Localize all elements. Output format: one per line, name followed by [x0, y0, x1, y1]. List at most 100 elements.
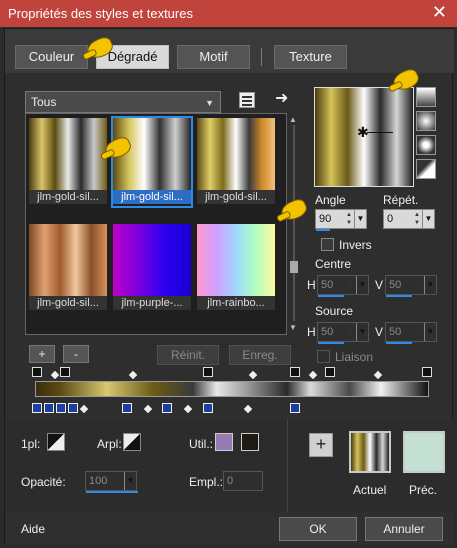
- spinner-arrows-icon[interactable]: ▲ ▼: [348, 277, 354, 293]
- help-link[interactable]: Aide: [21, 522, 45, 536]
- spinner-arrows-icon[interactable]: ▲ ▼: [416, 324, 422, 340]
- source-v-label: V: [375, 325, 384, 339]
- midpoint-marker[interactable]: [183, 404, 193, 414]
- color-stop-marker[interactable]: [122, 403, 132, 413]
- foreground-label: 1pl:: [21, 437, 41, 451]
- chevron-down-icon[interactable]: ▼: [354, 210, 366, 228]
- center-v-slider[interactable]: [386, 295, 412, 297]
- opacity-stop-marker[interactable]: [290, 367, 300, 377]
- reset-button[interactable]: Réinit.: [157, 345, 219, 365]
- gradient-label: jlm-gold-sil...: [29, 190, 107, 204]
- dialog-body: Couleur Dégradé Motif Texture Tous ▼ ➜ j…: [4, 28, 454, 545]
- panel-divider: [287, 419, 288, 513]
- gradient-item-selected[interactable]: jlm-gold-sil...: [111, 116, 193, 208]
- scroll-thumb[interactable]: [290, 261, 298, 273]
- chevron-down-icon[interactable]: ▼: [356, 323, 368, 341]
- previous-swatch[interactable]: [403, 431, 445, 473]
- midpoint-marker[interactable]: [143, 404, 153, 414]
- center-h-input[interactable]: 50 ▲ ▼ ▼: [317, 275, 369, 297]
- spinner-arrows-icon[interactable]: ▲ ▼: [416, 277, 422, 293]
- scroll-down-icon[interactable]: ▼: [289, 323, 297, 332]
- chevron-down-icon[interactable]: ▼: [424, 276, 436, 294]
- category-select[interactable]: Tous ▼: [25, 91, 221, 113]
- color-stop-marker[interactable]: [32, 403, 42, 413]
- user-color-swatch[interactable]: [215, 433, 233, 451]
- gradient-bar[interactable]: [35, 381, 429, 397]
- gradient-item[interactable]: jlm-purple-...: [113, 224, 191, 312]
- repeat-input[interactable]: 0 ▲ ▼ ▼: [383, 209, 435, 229]
- source-h-slider[interactable]: [318, 342, 344, 344]
- midpoint-marker[interactable]: [243, 404, 253, 414]
- opacity-stop-marker[interactable]: [203, 367, 213, 377]
- spinner-arrows-icon[interactable]: ▲ ▼: [348, 324, 354, 340]
- opacity-stop-marker[interactable]: [32, 367, 42, 377]
- midpoint-marker[interactable]: [308, 370, 318, 380]
- chevron-down-icon[interactable]: ▼: [422, 210, 434, 228]
- gradient-item[interactable]: jlm-gold-sil...: [29, 224, 107, 312]
- save-button[interactable]: Enreg.: [229, 345, 291, 365]
- opacity-stop-marker[interactable]: [422, 367, 432, 377]
- opacity-stop-marker[interactable]: [60, 367, 70, 377]
- opacity-input[interactable]: 100 ▲ ▼ ▼: [85, 471, 138, 493]
- spinner-arrows-icon[interactable]: ▲ ▼: [116, 473, 122, 489]
- color-stop-marker[interactable]: [44, 403, 54, 413]
- source-v-slider[interactable]: [386, 342, 412, 344]
- close-icon[interactable]: ✕: [432, 2, 447, 23]
- scroll-up-icon[interactable]: ▲: [289, 115, 297, 124]
- tab-texture[interactable]: Texture: [274, 45, 347, 69]
- background-swatch[interactable]: [123, 433, 141, 451]
- chevron-down-icon[interactable]: ▼: [424, 323, 436, 341]
- user-color-swatch-2[interactable]: [241, 433, 259, 451]
- tab-motif[interactable]: Motif: [177, 45, 250, 69]
- properties-panel: 1pl: Arpl: Util.: Opacité: 100 ▲ ▼ ▼ Empl…: [5, 419, 454, 513]
- color-stop-marker[interactable]: [56, 403, 66, 413]
- foreground-swatch[interactable]: [47, 433, 65, 451]
- gallery-scrollbar[interactable]: ▲ ▼: [289, 113, 299, 335]
- opacity-stop-marker[interactable]: [325, 367, 335, 377]
- chevron-down-icon[interactable]: ▼: [124, 472, 136, 490]
- midpoint-marker[interactable]: [128, 370, 138, 380]
- style-sunburst-button[interactable]: [416, 159, 436, 179]
- remove-gradient-button[interactable]: -: [63, 345, 89, 363]
- source-h-input[interactable]: 50 ▲ ▼ ▼: [317, 322, 369, 344]
- gradient-item[interactable]: jlm-gold-sil...: [29, 118, 107, 206]
- current-label: Actuel: [353, 483, 387, 497]
- style-rectangular-button[interactable]: [416, 111, 436, 131]
- add-to-swatches-button[interactable]: +: [309, 433, 333, 457]
- arrow-right-icon[interactable]: ➜: [275, 88, 288, 108]
- cancel-button[interactable]: Annuler: [365, 517, 443, 541]
- chevron-down-icon[interactable]: ▼: [356, 276, 368, 294]
- spinner-arrows-icon[interactable]: ▲ ▼: [346, 211, 352, 227]
- location-input[interactable]: 0: [223, 471, 263, 491]
- center-v-input[interactable]: 50 ▲ ▼ ▼: [385, 275, 437, 297]
- tab-couleur[interactable]: Couleur: [15, 45, 88, 69]
- midpoint-marker[interactable]: [50, 370, 60, 380]
- invert-checkbox[interactable]: [321, 238, 334, 251]
- midpoint-marker[interactable]: [79, 404, 89, 414]
- list-view-icon[interactable]: [239, 92, 255, 108]
- gradient-preview: [29, 118, 107, 190]
- gradient-item[interactable]: jlm-rainbo...: [197, 224, 275, 312]
- add-gradient-button[interactable]: +: [29, 345, 55, 363]
- color-stop-marker[interactable]: [162, 403, 172, 413]
- gradient-preview-large[interactable]: ✱: [314, 87, 414, 187]
- center-h-slider[interactable]: [318, 295, 344, 297]
- gradient-gallery: jlm-gold-sil... jlm-gold-sil... jlm-gold…: [25, 113, 287, 335]
- angle-slider[interactable]: [316, 229, 330, 231]
- color-stop-marker[interactable]: [203, 403, 213, 413]
- color-stop-marker[interactable]: [290, 403, 300, 413]
- link-checkbox[interactable]: [317, 350, 330, 363]
- gradient-item[interactable]: jlm-gold-sil...: [197, 118, 275, 206]
- style-linear-button[interactable]: [416, 87, 436, 107]
- style-radial-button[interactable]: [416, 135, 436, 155]
- ok-button[interactable]: OK: [279, 517, 357, 541]
- color-stop-marker[interactable]: [68, 403, 78, 413]
- source-v-input[interactable]: 50 ▲ ▼ ▼: [385, 322, 437, 344]
- current-swatch[interactable]: [349, 431, 391, 473]
- midpoint-marker[interactable]: [248, 370, 258, 380]
- midpoint-marker[interactable]: [373, 370, 383, 380]
- spinner-arrows-icon[interactable]: ▲ ▼: [414, 211, 420, 227]
- angle-input[interactable]: 90 ▲ ▼ ▼: [315, 209, 367, 231]
- opacity-slider[interactable]: [86, 491, 138, 493]
- gradient-preview: [29, 224, 107, 296]
